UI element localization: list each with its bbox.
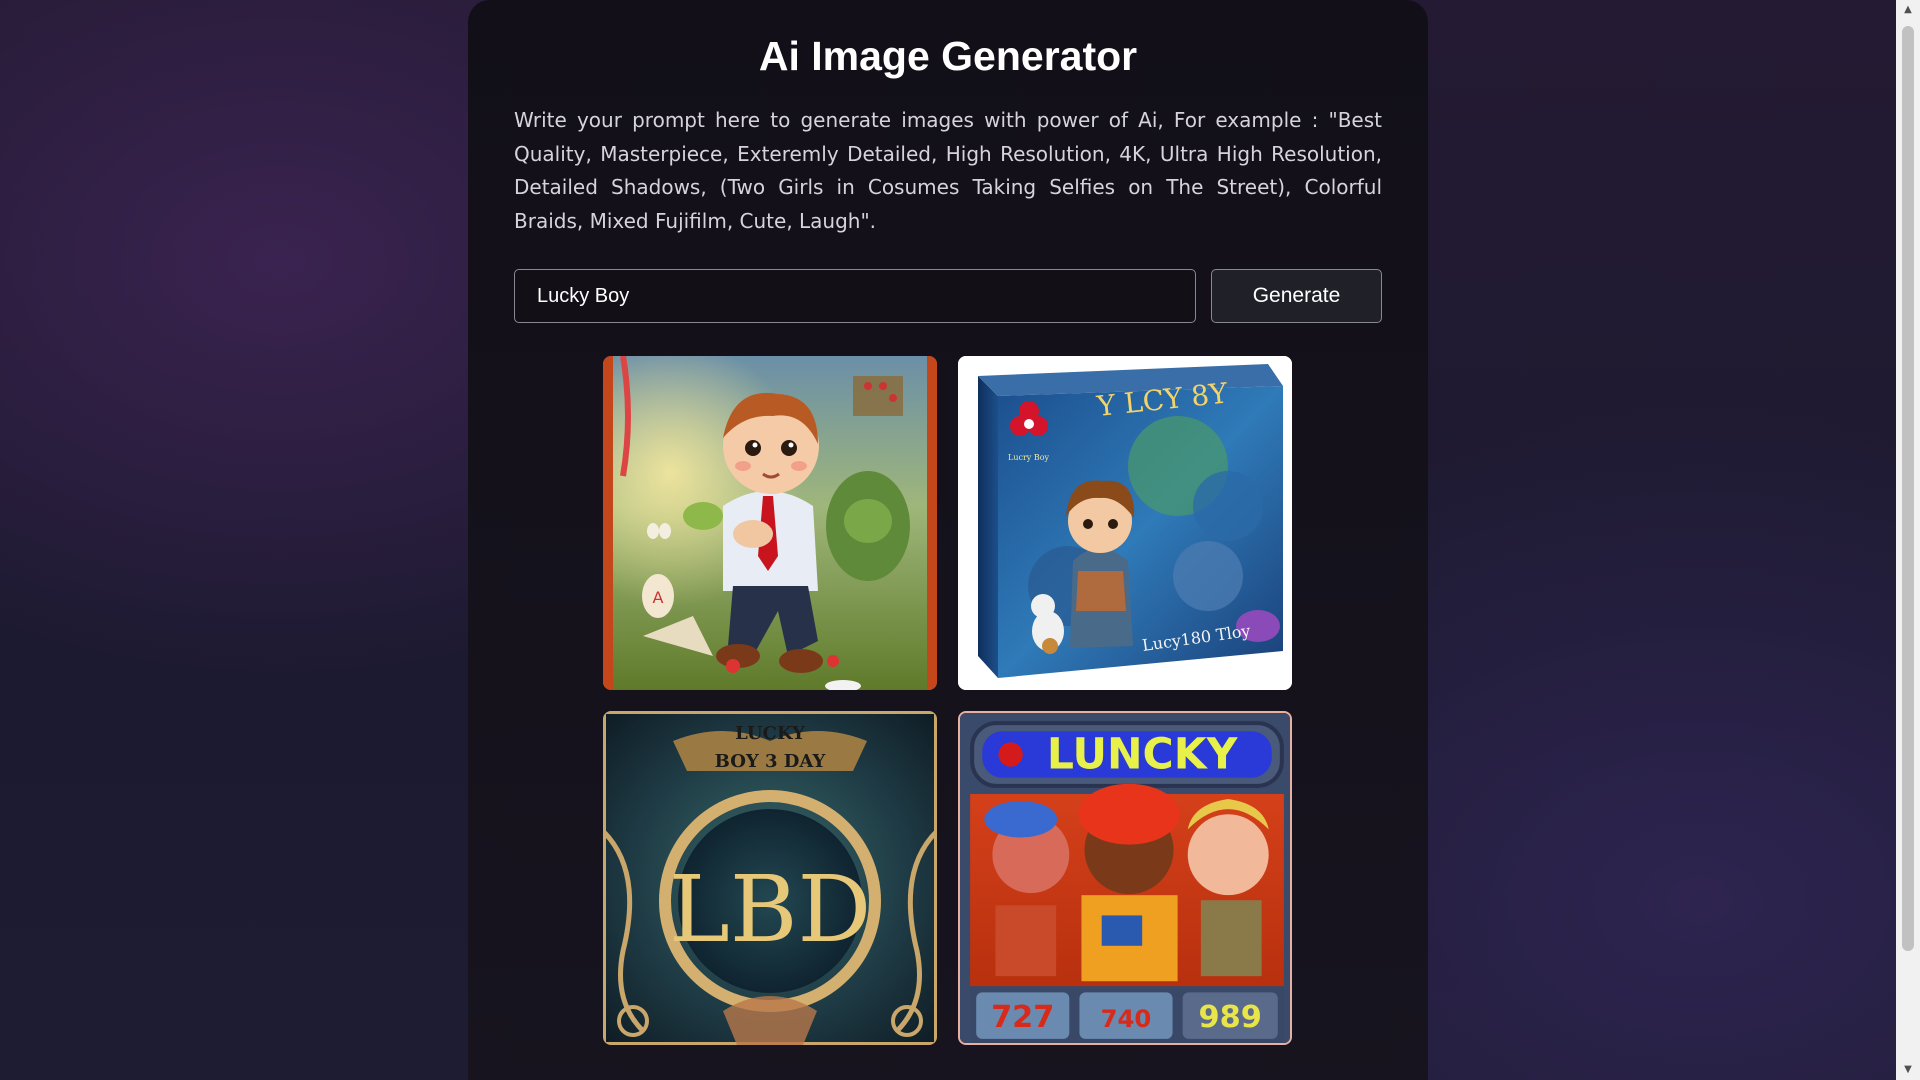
prompt-description: Write your prompt here to generate image… [514,108,1382,233]
svg-text:989: 989 [1199,1000,1262,1035]
slot-machine-illustration: LUNCKY 727 740 989 [960,713,1290,1043]
generated-image-3[interactable]: LUCKY BOY 3 DAY LBD [603,711,937,1045]
generated-image-2[interactable]: Lucry Boy Y LCY 8Y Lucy180 Tloy [958,356,1292,690]
scroll-up-icon[interactable]: ▲ [1896,0,1920,20]
boy-illustration: A [603,356,937,690]
page-title: Ai Image Generator [758,33,1138,79]
generate-button[interactable]: Generate [1211,269,1382,323]
page: Ai Image Generator Write your prompt her… [0,0,1896,1080]
vertical-scrollbar[interactable]: ▲ ▼ [1896,0,1920,1080]
prompt-input[interactable] [514,269,1196,323]
scroll-down-icon[interactable]: ▼ [1896,1060,1920,1080]
svg-text:LUCKY: LUCKY [735,723,806,744]
scroll-thumb[interactable] [1902,26,1914,951]
generated-image-4[interactable]: LUNCKY 727 740 989 [958,711,1292,1045]
generated-image-1[interactable]: A [603,356,937,690]
emblem-illustration: LUCKY BOY 3 DAY LBD [603,711,937,1045]
svg-text:A: A [653,588,664,607]
svg-text:BOY 3 DAY: BOY 3 DAY [715,751,827,772]
generator-card: Ai Image Generator Write your prompt her… [468,0,1428,1080]
svg-text:740: 740 [1101,1004,1152,1033]
svg-text:LBD: LBD [669,856,871,963]
toy-box-illustration: Lucry Boy Y LCY 8Y Lucy180 Tloy [958,356,1292,690]
svg-text:727: 727 [991,1000,1054,1035]
svg-text:LUNCKY: LUNCKY [1047,731,1239,780]
svg-text:Lucry Boy: Lucry Boy [1008,453,1050,462]
